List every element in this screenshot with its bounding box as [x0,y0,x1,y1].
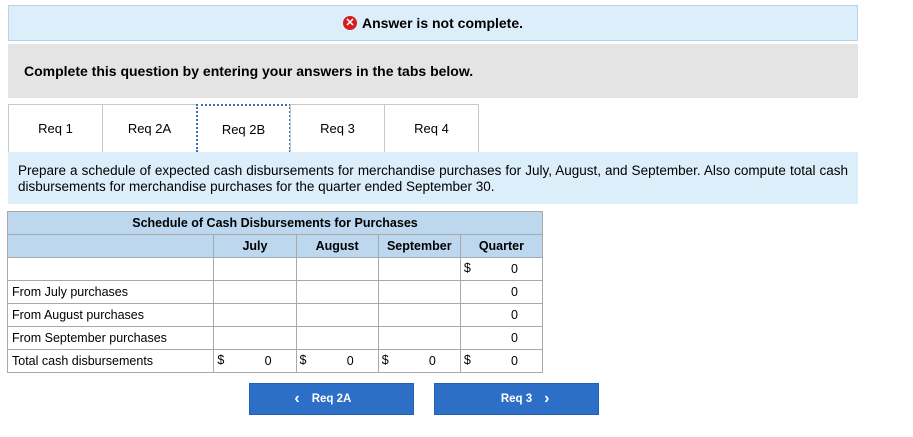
error-x-icon: ✕ [342,16,357,30]
september-input[interactable] [377,280,461,304]
row-label: From September purchases [6,326,215,350]
tab-label: Req 2A [127,121,172,136]
next-req-label: Req 3 [500,393,533,405]
tab-label: Req 2B [221,121,266,137]
july-input[interactable] [213,257,297,281]
row-label: From July purchases [6,280,215,304]
september-input[interactable] [377,257,461,281]
row-label-input[interactable] [6,257,215,281]
september-input[interactable] [377,326,461,350]
august-input[interactable] [295,257,379,281]
quarter-value: 0 [459,280,544,304]
row-label: Total cash disbursements [6,349,215,373]
august-input[interactable] [295,280,379,304]
col-header-august: August [295,234,379,258]
september-input[interactable] [377,303,461,327]
dollar-sign: $ [217,353,225,367]
dollar-sign: $ [463,353,471,367]
prev-req-button[interactable]: ‹ Req 2A › [249,383,414,415]
dollar-sign: $ [381,353,389,367]
dollar-sign: $ [463,261,471,275]
table-row: From August purchases 0 [6,303,544,327]
july-total: $0 [213,349,297,373]
july-input[interactable] [213,326,297,350]
col-header-september: September [377,234,461,258]
col-header-july: July [213,234,297,258]
banner-text: Answer is not complete. [361,15,524,31]
tab-req-2b[interactable]: Req 2B [196,104,291,152]
chevron-right-icon: › [544,390,550,407]
cash-disbursements-schedule: Schedule of Cash Disbursements for Purch… [6,211,544,373]
col-header-quarter: Quarter [459,234,544,258]
august-total: $0 [295,349,379,373]
august-input[interactable] [295,326,379,350]
requirement-tabs: Req 1 Req 2A Req 2B Req 3 Req 4 [8,104,479,152]
august-input[interactable] [295,303,379,327]
instruction-bar: Complete this question by entering your … [8,44,858,98]
tab-label: Req 1 [38,121,73,136]
tab-req-1[interactable]: Req 1 [8,104,103,152]
table-row: From September purchases 0 [6,326,544,350]
row-label: From August purchases [6,303,215,327]
july-input[interactable] [213,280,297,304]
quarter-value: 0 [459,326,544,350]
table-row-total: Total cash disbursements $0 $0 $0 $0 [6,349,544,373]
prompt-text: Prepare a schedule of expected cash disb… [18,163,848,194]
instruction-text: Complete this question by entering your … [24,63,474,79]
cell-value: 0 [511,262,518,276]
quarter-total: $0 [459,349,544,373]
chevron-left-icon: ‹ [294,390,300,407]
quarter-value: 0 [459,303,544,327]
schedule-title: Schedule of Cash Disbursements for Purch… [7,211,543,235]
cell-value: 0 [264,354,272,368]
dollar-sign: $ [299,353,307,367]
tab-req-4[interactable]: Req 4 [384,104,479,152]
header-blank [6,234,215,258]
table-row: From July purchases 0 [6,280,544,304]
cell-value: 0 [511,354,518,368]
tab-label: Req 3 [320,121,355,136]
tab-req-3[interactable]: Req 3 [290,104,385,152]
prev-req-label: Req 2A [311,393,352,405]
july-input[interactable] [213,303,297,327]
table-row: $0 [6,257,544,281]
answer-status-banner: ✕ Answer is not complete. [8,5,858,41]
question-prompt: Prepare a schedule of expected cash disb… [8,152,858,204]
cell-value: 0 [428,354,436,368]
september-total: $0 [377,349,461,373]
tab-req-2a[interactable]: Req 2A [102,104,197,152]
cell-value: 0 [346,354,354,368]
tab-label: Req 4 [414,121,449,136]
quarter-value: $0 [459,257,544,281]
next-req-button[interactable]: ‹ Req 3 › [434,383,599,415]
